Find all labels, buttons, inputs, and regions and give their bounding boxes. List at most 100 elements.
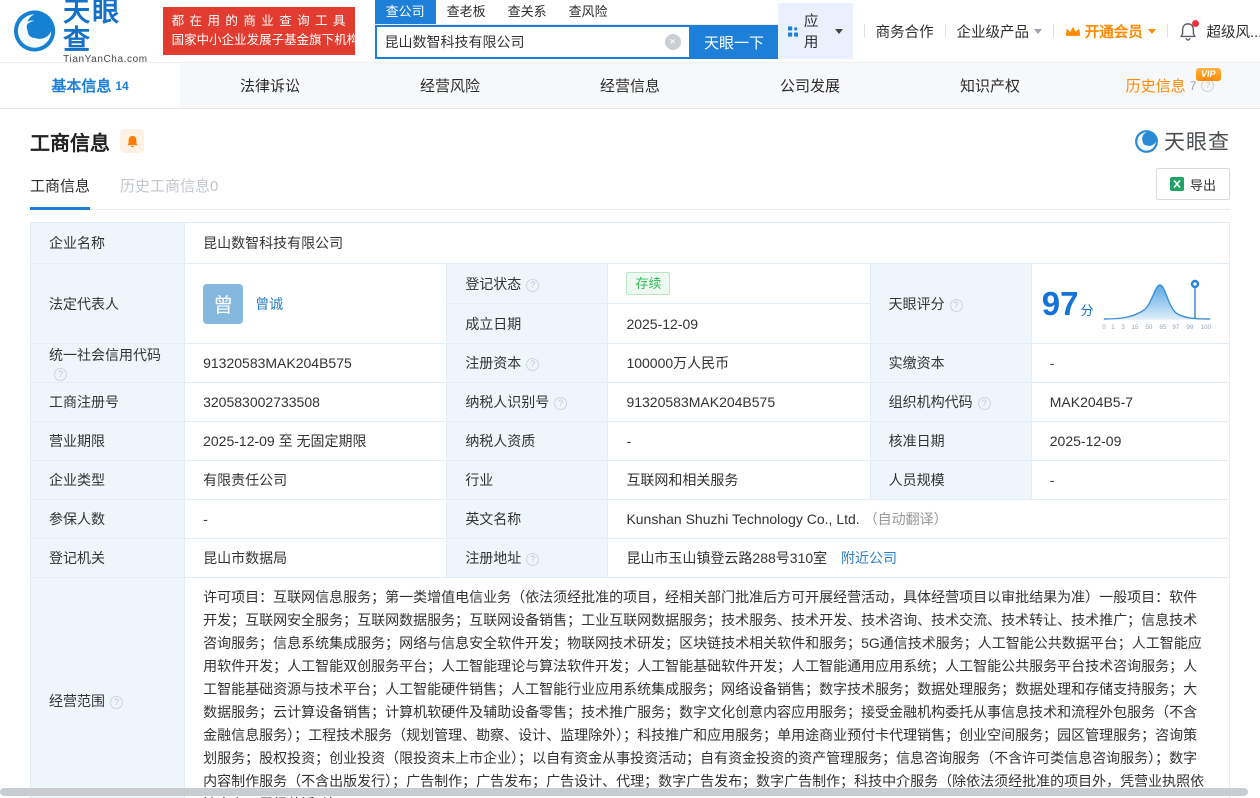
company-name-value: 昆山数智科技有限公司 [185,223,1230,264]
tianyancha-logo-icon [12,8,57,54]
tab-company-development[interactable]: 公司发展 [720,63,900,108]
chevron-down-icon [835,29,843,34]
divider [1053,24,1054,38]
search-input[interactable] [377,34,665,50]
reg-authority-label: 登记机关 [31,539,185,578]
reg-address-value: 昆山市玉山镇登云路288号310室 附近公司 [608,539,1230,578]
notification-dot [1192,20,1199,27]
credit-code-label: 统一社会信用代码 [31,344,185,383]
reg-address-label: 注册地址 [447,539,608,578]
tab-operating-risk[interactable]: 经营风险 [360,63,540,108]
chevron-down-icon [1148,29,1156,34]
notification-bell-icon[interactable] [1179,22,1197,41]
menu-super-risk[interactable]: 超级风... [1207,21,1260,42]
menu-business-cooperation[interactable]: 商务合作 [876,21,934,42]
table-row: 登记机关 昆山市数据局 注册地址 昆山市玉山镇登云路288号310室 附近公司 [31,539,1230,578]
business-scope-label: 经营范围 [31,578,185,798]
subtab-history-business-info[interactable]: 历史工商信息0 [120,175,218,209]
horizontal-scrollbar[interactable] [0,788,1248,796]
taxpayer-id-label: 纳税人识别号 [447,383,608,422]
paid-capital-value: - [1031,344,1229,383]
search-tab-boss[interactable]: 查老板 [436,0,497,24]
apps-menu[interactable]: 应用 [778,3,853,59]
table-row: 营业期限 2025-12-09 至 无固定期限 纳税人资质 - 核准日期 202… [31,422,1230,461]
tianyan-score-label: 天眼评分 [870,264,1031,344]
help-icon[interactable] [526,358,539,371]
promo-banner: 都在用的商业查询工具 国家中小企业发展子基金旗下机构 [163,7,355,55]
promo-line-2: 国家中小企业发展子基金旗下机构 [172,31,346,50]
reg-capital-label: 注册资本 [447,344,608,383]
clear-search-icon[interactable]: × [665,34,681,50]
legal-rep-value: 曾 曾诚 [185,264,447,344]
taxpayer-quality-label: 纳税人资质 [447,422,608,461]
score-number: 97分 [1042,285,1094,323]
table-row: 经营范围 许可项目：互联网信息服务；第一类增值电信业务（依法须经批准的项目，经相… [31,578,1230,798]
watermark-text: 天眼查 [1164,126,1230,156]
tab-intellectual-property[interactable]: 知识产权 [900,63,1080,108]
vip-badge: VIP [1196,68,1221,81]
search-tab-risk[interactable]: 查风险 [558,0,619,24]
help-icon[interactable] [554,397,567,410]
search-tab-relation[interactable]: 查关系 [497,0,558,24]
search-tabs: 查公司 查老板 查关系 查风险 [375,3,778,25]
help-icon[interactable] [950,299,963,312]
help-icon[interactable] [978,397,991,410]
apps-grid-icon [788,24,798,39]
menu-open-vip[interactable]: 开通会员 [1065,21,1156,42]
nearby-companies-link[interactable]: 附近公司 [841,550,897,566]
search-button[interactable]: 天眼一下 [691,25,778,59]
legal-rep-avatar[interactable]: 曾 [203,284,243,324]
business-term-label: 营业期限 [31,422,185,461]
section-head: 工商信息 天眼查 [30,126,1230,156]
logo-title: 天眼查 [63,0,148,54]
business-term-value: 2025-12-09 至 无固定期限 [185,422,447,461]
search-tab-company[interactable]: 查公司 [375,0,436,24]
subscribe-bell-icon[interactable] [120,129,144,153]
approval-date-value: 2025-12-09 [1031,422,1229,461]
tianyancha-logo[interactable]: 天眼查 TianYanCha.com [12,0,149,65]
help-icon[interactable] [526,279,539,292]
tab-basic-info[interactable]: 基本信息 14 [0,63,180,108]
help-icon[interactable] [54,368,67,381]
tab-legal-proceedings[interactable]: 法律诉讼 [180,63,360,108]
org-code-label: 组织机构代码 [870,383,1031,422]
subtabs-row: 工商信息 历史工商信息0 导出 [30,168,1230,210]
tianyancha-watermark: 天眼查 [1134,126,1230,156]
status-badge: 存续 [626,272,670,295]
credit-code-value: 91320583MAK204B575 [185,344,447,383]
table-row: 参保人数 - 英文名称 Kunshan Shuzhi Technology Co… [31,500,1230,539]
tab-operating-info[interactable]: 经营信息 [540,63,720,108]
staff-size-value: - [1031,461,1229,500]
export-button[interactable]: 导出 [1156,168,1230,200]
help-icon[interactable] [110,696,123,709]
search-input-wrap: × [375,25,691,59]
reg-authority-value: 昆山市数据局 [185,539,447,578]
table-row: 法定代表人 曾 曾诚 登记状态 存续 天眼评分 97分 [31,264,1230,304]
establish-date-label: 成立日期 [447,304,608,344]
reg-number-label: 工商注册号 [31,383,185,422]
top-header: 天眼查 TianYanCha.com 都在用的商业查询工具 国家中小企业发展子基… [0,0,1260,62]
help-icon[interactable] [526,553,539,566]
business-info-table: 企业名称 昆山数智科技有限公司 法定代表人 曾 曾诚 登记状态 存续 天眼评分 [30,222,1230,798]
tab-history-info[interactable]: VIP 历史信息 7 [1080,63,1260,108]
divider [864,24,865,38]
score-axis-ticks: 01 315 5085 9799 100 [1102,324,1212,331]
paid-capital-label: 实缴资本 [870,344,1031,383]
establish-date-value: 2025-12-09 [608,304,870,344]
english-name-label: 英文名称 [447,500,608,539]
company-type-label: 企业类型 [31,461,185,500]
auto-translate-note: （自动翻译） [864,511,948,527]
tianyancha-company-page: 天眼查 TianYanCha.com 都在用的商业查询工具 国家中小企业发展子基… [0,0,1260,798]
reg-capital-value: 100000万人民币 [608,344,870,383]
subtab-business-info[interactable]: 工商信息 [30,175,90,209]
menu-enterprise-products[interactable]: 企业级产品 [956,21,1042,42]
divider [945,24,946,38]
table-row: 统一社会信用代码 91320583MAK204B575 注册资本 100000万… [31,344,1230,383]
main-content: 工商信息 天眼查 工商信息 历史工商信息0 [0,126,1260,798]
reg-status-value: 存续 [608,264,870,304]
chevron-down-icon [1034,29,1042,34]
section-title: 工商信息 [30,127,110,156]
legal-rep-name-link[interactable]: 曾诚 [255,294,283,314]
apps-menu-label: 应用 [804,10,824,52]
company-type-value: 有限责任公司 [185,461,447,500]
